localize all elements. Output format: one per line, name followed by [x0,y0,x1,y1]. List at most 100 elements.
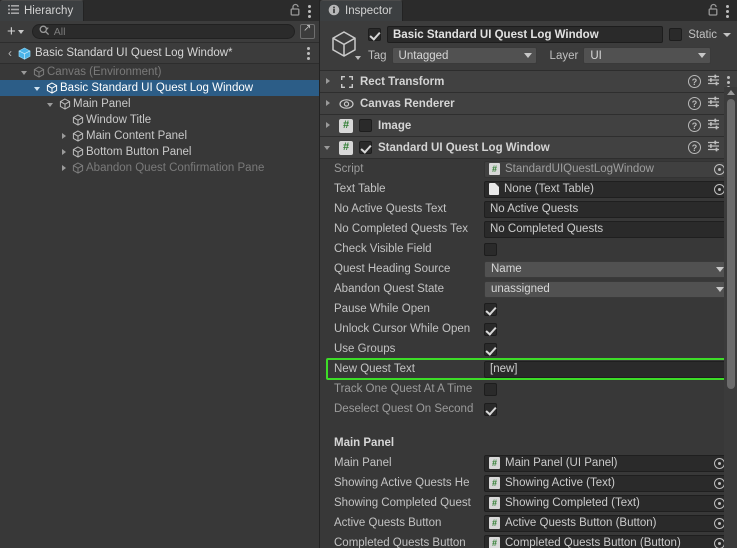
preset-sliders-icon[interactable] [707,139,721,156]
preset-sliders-icon[interactable] [707,73,721,90]
text-input[interactable]: [new] [484,360,729,378]
inspector-scrollbar-thumb[interactable] [727,99,735,389]
hierarchy-search-input[interactable]: All [31,24,295,39]
object-field[interactable]: # Showing Active (Text) [484,474,729,492]
gameobject-cube-icon [72,114,84,126]
property-row: Showing Active Quests He # Showing Active … [320,473,737,493]
property-row: Check Visible Field [320,239,737,259]
property-dropdown[interactable]: Name [484,260,729,278]
gameobject-cube-icon [33,66,45,78]
tab-hierarchy[interactable]: Hierarchy [0,0,85,21]
expand-toggle-open-icon[interactable] [324,143,333,152]
property-label: Pause While Open [334,303,430,315]
chevron-down-icon[interactable] [355,56,361,60]
component-header[interactable]: # Image? [320,115,737,137]
object-field[interactable]: # Active Quests Button (Button) [484,514,729,532]
component-enabled-checkbox[interactable] [359,119,372,132]
script-hash-icon: # [489,497,500,509]
component-title: Rect Transform [360,75,445,88]
hierarchy-tabbar: Hierarchy [0,0,319,21]
tag-dropdown[interactable]: Untagged [391,47,537,64]
component-header[interactable]: Rect Transform? [320,71,737,93]
property-row: Main Panel # Main Panel (UI Panel) [320,453,737,473]
component-enabled-checkbox[interactable] [359,141,372,154]
property-label: New Quest Text [334,363,415,375]
gameobject-name-input[interactable]: Basic Standard UI Quest Log Window [387,26,664,43]
expand-toggle-closed-icon[interactable] [324,121,333,130]
object-field[interactable]: # Main Panel (UI Panel) [484,454,729,472]
property-checkbox[interactable] [484,322,497,336]
layer-dropdown[interactable]: UI [583,47,712,64]
expand-toggle-open-icon[interactable] [21,68,30,77]
lock-open-icon[interactable] [708,3,719,19]
property-row: Deselect Quest On Second [320,399,737,419]
text-input[interactable]: No Completed Quests [484,220,729,238]
property-row: Unlock Cursor While Open [320,319,737,339]
property-dropdown[interactable]: unassigned [484,280,729,298]
chevron-left-icon[interactable]: ‹ [8,46,12,60]
text-input[interactable]: No Active Quests [484,200,729,218]
gameobject-active-checkbox[interactable] [368,28,381,41]
open-window-icon[interactable] [300,23,315,39]
prefab-name-label: Basic Standard UI Quest Log Window* [35,47,233,59]
property-value [484,242,729,256]
hierarchy-item[interactable]: Basic Standard UI Quest Log Window [0,80,319,96]
inspector-scrollbar[interactable] [724,87,737,548]
add-gameobject-label: + [7,22,16,40]
property-checkbox[interactable] [484,382,497,396]
object-field[interactable]: None (Text Table) [484,180,729,198]
script-hash-icon: # [489,457,500,469]
expand-toggle-closed-icon[interactable] [324,99,333,108]
hierarchy-item-label: Basic Standard UI Quest Log Window [60,82,254,94]
scroll-up-arrow-icon[interactable] [727,90,735,95]
component-list: Rect Transform? Canvas Renderer? # Image? # S… [320,71,737,159]
hierarchy-tab-icons [290,0,319,21]
tag-layer-row: Tag Untagged Layer UI [368,47,731,64]
preset-sliders-icon[interactable] [707,117,721,134]
expand-toggle-closed-icon[interactable] [60,132,69,141]
property-checkbox[interactable] [484,242,497,256]
help-icon[interactable]: ? [688,75,701,88]
hierarchy-item[interactable]: Window Title [0,112,319,128]
component-properties: Script # StandardUIQuestLogWindow Text Tabl… [320,159,737,548]
lock-open-icon[interactable] [290,3,301,19]
expand-toggle-open-icon[interactable] [34,84,43,93]
static-dropdown-chevron-down-icon[interactable] [723,32,731,37]
chevron-down-icon [698,53,707,58]
tab-inspector[interactable]: Inspector [320,0,404,21]
hierarchy-item[interactable]: Abandon Quest Confirmation Pane [0,160,319,176]
inspector-menu-icon[interactable] [726,4,730,18]
help-icon[interactable]: ? [688,141,701,154]
preset-sliders-icon[interactable] [707,95,721,112]
help-icon[interactable]: ? [688,97,701,110]
expand-toggle-closed-icon[interactable] [324,77,333,86]
property-row: Text Table None (Text Table) [320,179,737,199]
expand-toggle-closed-icon[interactable] [60,164,69,173]
expand-toggle-closed-icon[interactable] [60,148,69,157]
add-gameobject-button[interactable]: + [4,22,27,40]
object-field[interactable]: # Completed Quests Button (Button) [484,534,729,548]
hierarchy-menu-icon[interactable] [308,4,312,18]
property-value: unassigned [484,280,729,298]
object-field[interactable]: # StandardUIQuestLogWindow [484,160,729,178]
property-checkbox[interactable] [484,302,497,316]
object-field[interactable]: # Showing Completed (Text) [484,494,729,512]
hierarchy-item[interactable]: Bottom Button Panel [0,144,319,160]
property-value: No Completed Quests [484,220,729,238]
hierarchy-item[interactable]: Main Panel [0,96,319,112]
property-checkbox[interactable] [484,342,497,356]
static-checkbox[interactable] [669,28,683,41]
component-header[interactable]: # Standard UI Quest Log Window? [320,137,737,159]
dropdown-value: unassigned [491,283,550,295]
expand-toggle-open-icon[interactable] [47,100,56,109]
help-icon[interactable]: ? [688,119,701,132]
hierarchy-item[interactable]: Main Content Panel [0,128,319,144]
script-hash-icon: # [489,517,500,529]
hierarchy-item[interactable]: Canvas (Environment) [0,64,319,80]
tabbar-spacer [84,0,290,21]
property-checkbox[interactable] [484,402,497,416]
component-header[interactable]: Canvas Renderer? [320,93,737,115]
layer-value: UI [590,49,602,62]
gameobject-header: Basic Standard UI Quest Log Window Stati… [320,21,737,71]
prefab-menu-icon[interactable] [307,46,311,60]
